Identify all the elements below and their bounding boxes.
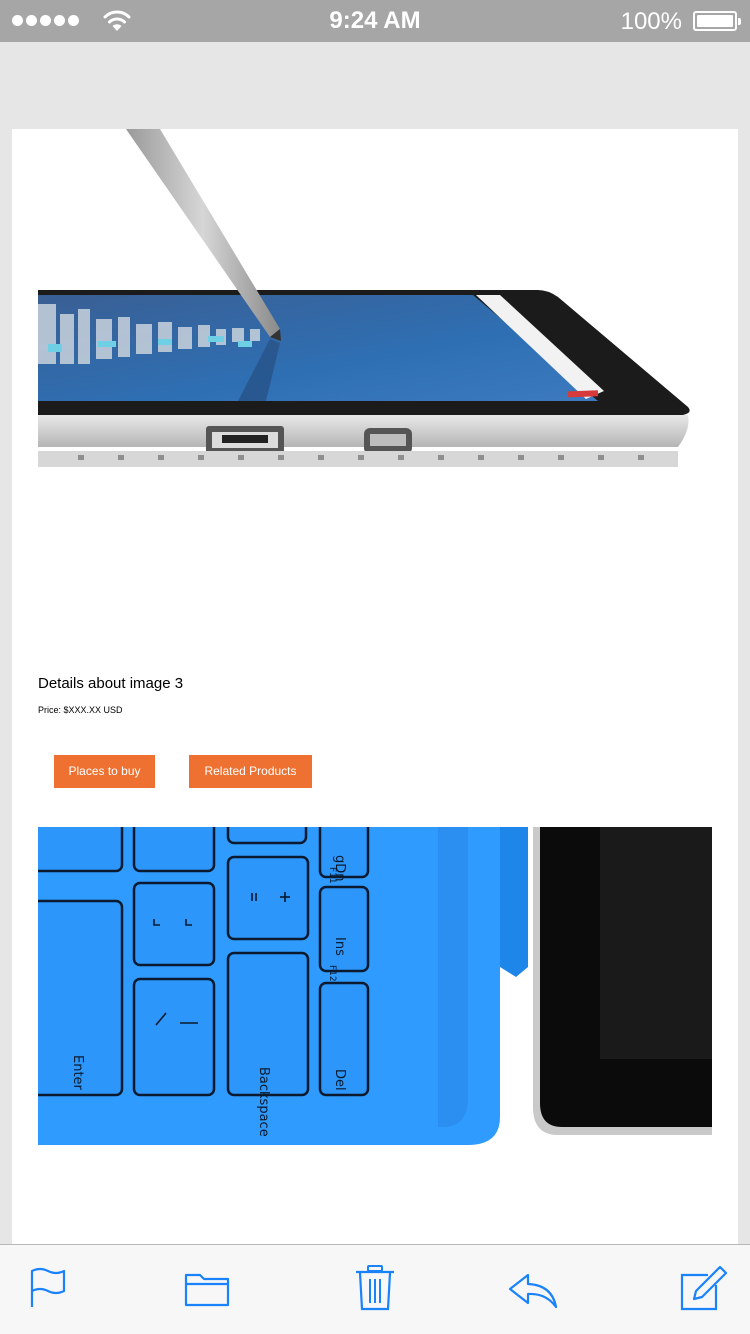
compose-icon[interactable]	[678, 1263, 728, 1313]
reply-icon[interactable]	[508, 1263, 558, 1313]
navigation-bar	[0, 42, 750, 129]
places-to-buy-button[interactable]: Places to buy	[54, 755, 155, 788]
battery-icon	[693, 11, 741, 31]
price-text: Price: $XXX.XX USD	[38, 705, 123, 715]
key-enter: Enter	[70, 1055, 85, 1091]
key-backspace: Backspace	[256, 1067, 271, 1137]
related-products-button[interactable]: Related Products	[189, 755, 312, 788]
product-content: Details about image 3 Price: $XXX.XX USD…	[12, 129, 738, 1244]
key-f12: F12	[327, 965, 337, 982]
key-f11: F11	[327, 867, 337, 884]
tablet-with-pen-image	[38, 129, 712, 489]
bottom-toolbar	[0, 1244, 750, 1334]
battery-fill	[697, 15, 733, 27]
status-bar: 9:24 AM 100%	[0, 0, 750, 42]
key-del: Del	[332, 1069, 347, 1091]
key-ins: Ins	[332, 937, 347, 956]
flag-icon[interactable]	[23, 1263, 73, 1313]
battery-percent: 100%	[620, 8, 682, 35]
folder-icon[interactable]	[182, 1263, 232, 1313]
details-title: Details about image 3	[38, 675, 184, 692]
keyboard-cover-image: Enter Backspace Del Ins F12 gDn F11	[38, 827, 712, 1157]
trash-icon[interactable]	[350, 1263, 400, 1313]
